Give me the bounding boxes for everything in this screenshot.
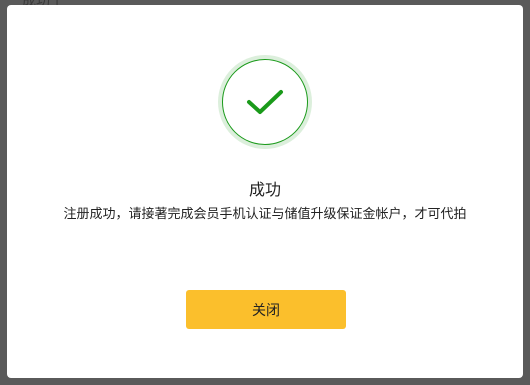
close-button[interactable]: 关闭 — [186, 290, 346, 329]
checkmark-icon — [222, 59, 308, 145]
dialog-title: 成功 — [248, 180, 281, 199]
page-backdrop: 成功了 成功 注册成功，请接著完成会员手机认证与储值升级保证金帐户，才可代拍 关… — [0, 0, 530, 385]
success-icon-ring — [218, 55, 312, 149]
dialog-message: 注册成功，请接著完成会员手机认证与储值升级保证金帐户，才可代拍 — [63, 207, 467, 222]
success-dialog: 成功 注册成功，请接著完成会员手机认证与储值升级保证金帐户，才可代拍 关闭 — [7, 5, 523, 378]
